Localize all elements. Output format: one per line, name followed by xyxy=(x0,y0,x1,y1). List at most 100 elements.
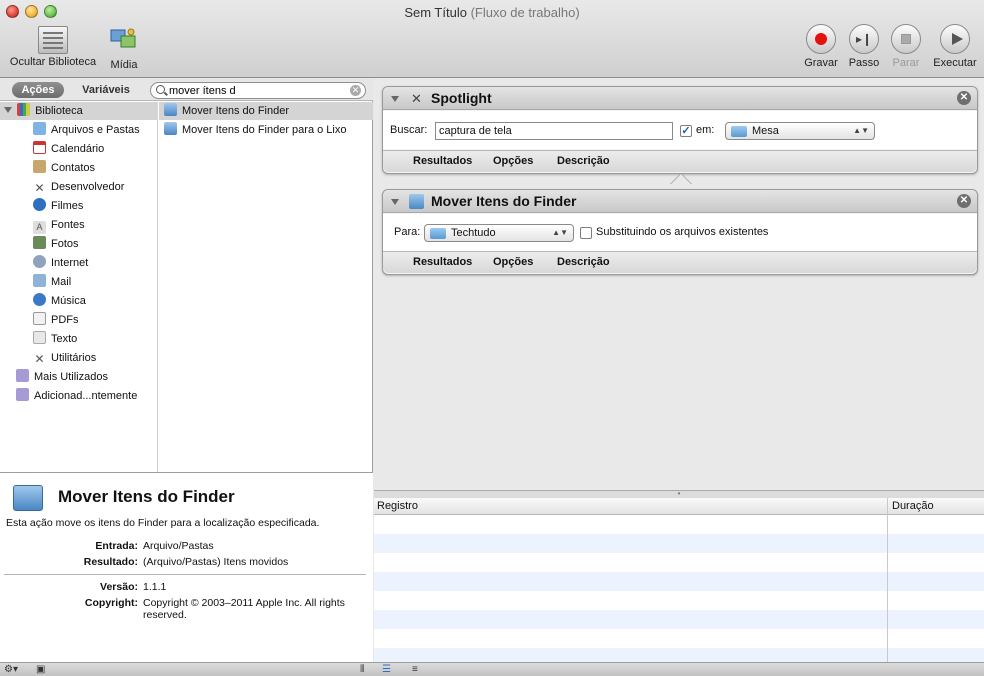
search-field[interactable]: captura de tela xyxy=(435,122,673,140)
to-label: Para: xyxy=(394,226,421,238)
media-label: Mídia xyxy=(110,59,138,71)
replace-label: Substituindo os arquivos existentes xyxy=(596,226,769,238)
movie-icon xyxy=(33,198,46,211)
tab-variables[interactable]: Variáveis xyxy=(70,82,142,98)
text-icon xyxy=(33,331,46,344)
category-texto[interactable]: Texto xyxy=(33,330,77,348)
search-label: Buscar: xyxy=(390,124,428,136)
run-button[interactable]: Executar xyxy=(930,24,980,69)
popup-arrows-icon: ▲▼ xyxy=(853,126,869,135)
category-calendario[interactable]: Calendário xyxy=(33,140,104,158)
record-label: Gravar xyxy=(804,57,838,69)
resize-handle-icon[interactable]: ⦀ xyxy=(360,663,364,676)
group-recently-added[interactable]: Adicionad...ntemente xyxy=(16,387,137,405)
workflow-area[interactable]: ✕ Spotlight ✕ Buscar: captura de tela ✓ … xyxy=(374,79,984,490)
stack-view-icon[interactable]: ≡ xyxy=(412,663,418,676)
gear-icon[interactable]: ⚙▾ xyxy=(4,663,18,676)
spotlight-icon: ✕ xyxy=(411,91,422,106)
log-splitter-handle[interactable]: • xyxy=(374,490,984,498)
folder-icon xyxy=(731,126,747,137)
log-table: Registro Duração xyxy=(374,498,984,662)
smart-folder-icon xyxy=(16,369,29,382)
category-label: Contatos xyxy=(51,162,96,174)
options-tab[interactable]: Opções xyxy=(493,155,533,167)
library-root[interactable]: Biblioteca xyxy=(4,102,83,120)
spotlight-footer: Resultados Opções Descrição xyxy=(383,150,977,172)
library-search-input[interactable] xyxy=(169,84,345,97)
category-fotos[interactable]: Fotos xyxy=(33,235,79,253)
hide-library-button[interactable]: Ocultar Biblioteca xyxy=(5,24,101,68)
in-checkbox[interactable]: ✓ xyxy=(680,125,692,137)
info-copyright-label: Copyright: xyxy=(84,597,138,609)
library-categories: Biblioteca Arquivos e Pastas Calendário … xyxy=(0,102,158,472)
log-col-registro[interactable]: Registro xyxy=(377,500,418,512)
action-item[interactable]: Mover Itens do Finder para o Lixo xyxy=(164,121,346,139)
category-mail[interactable]: Mail xyxy=(33,273,71,291)
info-title: Mover Itens do Finder xyxy=(58,487,235,506)
log-row xyxy=(374,572,984,591)
media-button[interactable]: Mídia xyxy=(106,24,142,71)
description-toggle-icon[interactable]: ▣ xyxy=(36,663,45,676)
info-version-value: 1.1.1 xyxy=(143,581,167,593)
close-icon[interactable]: ✕ xyxy=(957,194,971,208)
category-label: Internet xyxy=(51,257,89,269)
action-label: Mover Itens do Finder para o Lixo xyxy=(182,124,347,136)
move-items-header[interactable]: Mover Itens do Finder ✕ xyxy=(383,190,977,213)
record-button[interactable]: Gravar xyxy=(803,24,839,69)
step-button[interactable]: ▸❙ Passo xyxy=(846,24,882,69)
replace-checkbox[interactable] xyxy=(580,227,592,239)
group-label: Mais Utilizados xyxy=(34,371,108,383)
info-separator xyxy=(4,574,366,575)
move-items-action-block[interactable]: Mover Itens do Finder ✕ Para: Techtudo ▲… xyxy=(382,189,978,275)
group-label: Adicionad...ntemente xyxy=(34,390,138,402)
category-musica[interactable]: Música xyxy=(33,292,86,310)
list-view-icon[interactable]: ☰ xyxy=(382,663,391,676)
location-popup[interactable]: Mesa ▲▼ xyxy=(725,122,875,140)
destination-popup[interactable]: Techtudo ▲▼ xyxy=(424,224,574,242)
action-connector xyxy=(670,173,692,184)
info-version-label: Versão: xyxy=(100,581,138,593)
results-tab[interactable]: Resultados xyxy=(413,155,472,167)
description-tab[interactable]: Descrição xyxy=(557,155,610,167)
category-desenvolvedor[interactable]: ✕ Desenvolvedor xyxy=(33,178,124,196)
stop-button[interactable]: Parar xyxy=(888,24,924,69)
close-icon[interactable]: ✕ xyxy=(957,91,971,105)
contacts-icon xyxy=(33,160,46,173)
action-list: Mover Itens do Finder Mover Itens do Fin… xyxy=(159,102,373,472)
description-tab[interactable]: Descrição xyxy=(557,256,610,268)
tab-actions[interactable]: Ações xyxy=(12,82,64,98)
spotlight-action-block[interactable]: ✕ Spotlight ✕ Buscar: captura de tela ✓ … xyxy=(382,86,978,174)
category-filmes[interactable]: Filmes xyxy=(33,197,83,215)
destination-value: Techtudo xyxy=(451,227,496,239)
category-label: Calendário xyxy=(51,143,105,155)
finder-icon xyxy=(409,194,424,209)
group-most-used[interactable]: Mais Utilizados xyxy=(16,368,108,386)
category-pdfs[interactable]: PDFs xyxy=(33,311,79,329)
disclosure-triangle-icon[interactable] xyxy=(4,107,12,113)
category-internet[interactable]: Internet xyxy=(33,254,88,272)
finder-icon xyxy=(164,103,177,116)
category-label: Utilitários xyxy=(51,352,97,364)
action-item[interactable]: Mover Itens do Finder xyxy=(164,102,289,120)
info-result-value: (Arquivo/Pastas) Itens movidos xyxy=(143,556,289,568)
log-row xyxy=(374,610,984,629)
category-contatos[interactable]: Contatos xyxy=(33,159,95,177)
log-column-divider[interactable] xyxy=(887,498,888,662)
results-tab[interactable]: Resultados xyxy=(413,256,472,268)
spotlight-body: Buscar: captura de tela ✓ em: Mesa ▲▼ xyxy=(383,111,977,149)
category-arquivos[interactable]: Arquivos e Pastas xyxy=(33,121,140,139)
options-tab[interactable]: Opções xyxy=(493,256,533,268)
collapse-triangle-icon[interactable] xyxy=(391,199,399,205)
category-label: Desenvolvedor xyxy=(51,181,125,193)
search-icon xyxy=(156,85,165,94)
spotlight-header[interactable]: ✕ Spotlight ✕ xyxy=(383,87,977,110)
library-search[interactable]: ✕ xyxy=(150,82,366,99)
collapse-triangle-icon[interactable] xyxy=(391,96,399,102)
category-utilitarios[interactable]: ✕ Utilitários xyxy=(33,349,96,367)
clear-search-icon[interactable]: ✕ xyxy=(350,85,361,96)
window-title-text: Sem Título xyxy=(404,5,467,20)
log-col-duracao[interactable]: Duração xyxy=(892,500,934,512)
category-label: Arquivos e Pastas xyxy=(51,124,140,136)
move-items-title: Mover Itens do Finder xyxy=(431,193,577,209)
category-fontes[interactable]: A Fontes xyxy=(33,216,85,234)
